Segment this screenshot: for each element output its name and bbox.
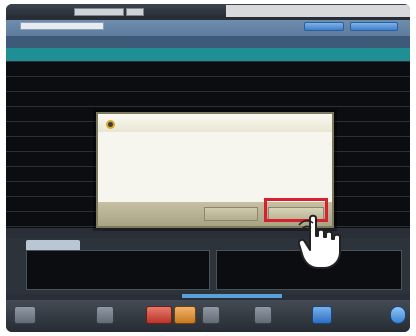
- bottom-toolbar: [6, 300, 410, 332]
- filter-field[interactable]: [20, 22, 104, 30]
- table-row[interactable]: [6, 93, 410, 107]
- tab-1[interactable]: [74, 8, 124, 16]
- top-bar: [6, 4, 410, 18]
- info-icon: [106, 120, 115, 129]
- app-window: [6, 4, 410, 332]
- action-button-2[interactable]: [350, 22, 398, 31]
- toolbar-button-4[interactable]: [174, 306, 196, 324]
- table-header: [6, 36, 410, 48]
- hand-pointer-icon: [297, 214, 341, 269]
- info-panel-tab[interactable]: [26, 240, 80, 250]
- toolbar-button-1[interactable]: [14, 306, 36, 324]
- table-row[interactable]: [6, 78, 410, 92]
- tab-2[interactable]: [126, 8, 144, 16]
- toolbar-button-7[interactable]: [312, 306, 332, 324]
- dialog-title-bar: [98, 114, 332, 132]
- action-button-1[interactable]: [304, 22, 344, 31]
- help-icon[interactable]: [390, 306, 406, 324]
- toolbar-button-5[interactable]: [202, 306, 220, 324]
- toolbar-button-3[interactable]: [146, 306, 172, 324]
- toolbar-button-6[interactable]: [254, 306, 272, 324]
- table-row[interactable]: [6, 48, 410, 62]
- info-panel: [6, 238, 410, 294]
- table-row[interactable]: [6, 63, 410, 77]
- info-box-left: [26, 250, 210, 290]
- status-strip: [226, 5, 410, 17]
- cancel-button[interactable]: [204, 207, 258, 221]
- progress-bar: [182, 294, 282, 298]
- toolbar-button-2[interactable]: [96, 306, 114, 324]
